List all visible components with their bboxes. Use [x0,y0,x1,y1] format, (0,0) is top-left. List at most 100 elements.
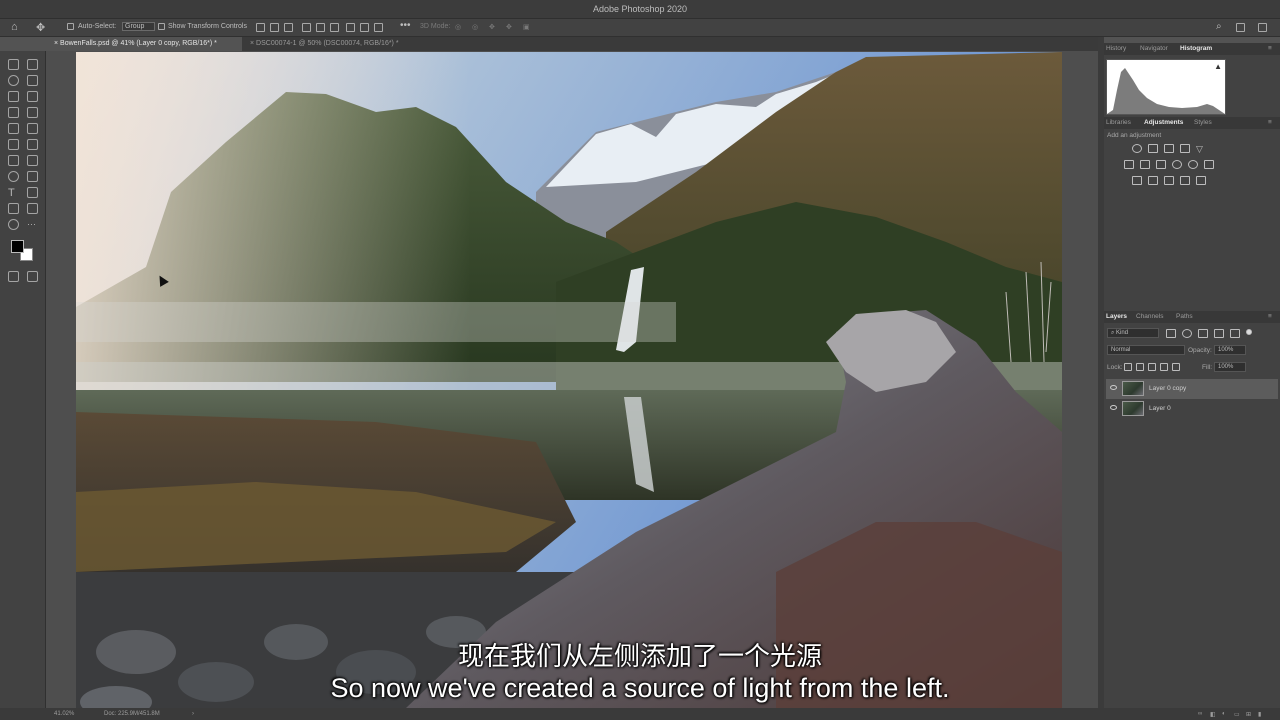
align-middle-icon[interactable] [316,23,325,34]
brightness-icon[interactable] [1132,144,1142,153]
rectangle-tool-icon[interactable] [8,203,19,214]
layer-row[interactable]: Layer 0 copy [1106,379,1278,399]
zoom-level[interactable]: 41.02% [54,711,74,717]
curves-icon[interactable] [1164,144,1174,153]
history-brush-icon[interactable] [8,139,19,150]
new-layer-icon[interactable]: ⊞ [1246,711,1251,718]
tab-history[interactable]: History [1106,45,1126,52]
tab-navigator[interactable]: Navigator [1140,45,1168,52]
filter-type-icon[interactable] [1198,329,1208,338]
trash-icon[interactable]: ▮ [1258,711,1261,718]
filter-smart-object-icon[interactable] [1230,329,1240,338]
show-transform-checkbox[interactable] [158,23,165,32]
lasso-tool-icon[interactable] [8,75,19,86]
exposure-icon[interactable] [1180,144,1190,153]
channel-mixer-icon[interactable] [1188,160,1198,169]
move-tool-icon[interactable] [8,59,19,70]
screen-mode-icon[interactable] [27,271,38,282]
opacity-field[interactable]: 100% [1214,345,1246,355]
threshold-icon[interactable] [1164,176,1174,185]
photo-filter-icon[interactable] [1172,160,1182,169]
layer-name[interactable]: Layer 0 [1149,405,1171,412]
fill-field[interactable]: 100% [1214,362,1246,372]
tab-channels[interactable]: Channels [1136,313,1163,320]
lock-transparent-icon[interactable] [1124,363,1132,371]
workspace-icon[interactable] [1236,23,1245,34]
lock-all-icon[interactable] [1172,363,1180,371]
tab-dsc00074[interactable]: × DSC00074-1 @ 50% (DSC00074, RGB/16*) * [242,37,407,51]
visibility-eye-icon[interactable] [1110,385,1117,390]
tab-paths[interactable]: Paths [1176,313,1193,320]
search-icon[interactable]: ⌕ [1216,21,1222,32]
adjustment-icon[interactable]: ◐ [1222,711,1226,717]
tab-histogram[interactable]: Histogram [1180,45,1212,52]
panel-menu-icon[interactable]: ≡ [1268,313,1272,320]
marquee-tool-icon[interactable] [27,59,38,70]
filter-toggle-icon[interactable] [1246,329,1252,335]
tab-libraries[interactable]: Libraries [1106,119,1131,126]
path-select-icon[interactable] [27,187,38,198]
align-left-icon[interactable] [256,23,265,34]
foreground-color-swatch[interactable] [11,240,24,253]
eyedropper-tool-icon[interactable] [8,107,19,118]
tab-layers[interactable]: Layers [1106,313,1127,320]
lock-image-icon[interactable] [1136,363,1144,371]
layer-kind-filter[interactable]: ⌕ Kind [1107,328,1159,338]
edit-toolbar-icon[interactable]: ··· [27,219,38,230]
brush-tool-icon[interactable] [8,123,19,134]
panel-menu-icon[interactable]: ≡ [1268,119,1272,126]
move-tool-icon[interactable]: ✥ [36,21,45,34]
document-canvas[interactable] [76,52,1062,708]
clone-stamp-icon[interactable] [27,123,38,134]
tab-styles[interactable]: Styles [1194,119,1212,126]
zoom-tool-icon[interactable] [8,219,19,230]
crop-tool-icon[interactable] [8,91,19,102]
link-icon[interactable]: ∞ [1198,711,1202,717]
auto-select-checkbox[interactable] [67,23,74,32]
black-white-icon[interactable] [1156,160,1166,169]
selective-color-icon[interactable] [1180,176,1190,185]
layer-name[interactable]: Layer 0 copy [1149,385,1186,392]
folder-icon[interactable]: ▭ [1234,711,1240,718]
panel-menu-icon[interactable]: ≡ [1268,45,1272,52]
invert-icon[interactable] [1132,176,1142,185]
filter-shape-icon[interactable] [1214,329,1224,338]
distribute-icon[interactable] [346,23,355,34]
color-lookup-icon[interactable] [1204,160,1214,169]
align-center-icon[interactable] [270,23,279,34]
hue-saturation-icon[interactable] [1124,160,1134,169]
layer-row[interactable]: Layer 0 [1106,399,1278,419]
quick-mask-icon[interactable] [8,271,19,282]
vibrance-icon[interactable]: ▽ [1196,144,1206,154]
layers-icon[interactable]: ◧ [1210,711,1216,718]
filter-adjustment-icon[interactable] [1182,329,1192,338]
posterize-icon[interactable] [1148,176,1158,185]
align-bottom-icon[interactable] [330,23,339,34]
distribute-v-icon[interactable] [360,23,369,34]
dodge-tool-icon[interactable] [8,171,19,182]
tab-adjustments[interactable]: Adjustments [1144,119,1183,126]
blend-mode-dropdown[interactable]: Normal [1107,345,1185,355]
gradient-tool-icon[interactable] [8,155,19,166]
warning-icon[interactable]: ▲ [1214,62,1222,71]
hand-tool-icon[interactable] [27,203,38,214]
type-tool-icon[interactable]: T [8,187,19,199]
home-icon[interactable]: ⌂ [11,21,18,33]
visibility-eye-icon[interactable] [1110,405,1117,410]
quick-select-tool-icon[interactable] [27,75,38,86]
align-top-icon[interactable] [302,23,311,34]
lock-artboard-icon[interactable] [1160,363,1168,371]
frame-tool-icon[interactable] [27,91,38,102]
blur-tool-icon[interactable] [27,155,38,166]
distribute-h-icon[interactable] [374,23,383,34]
lock-position-icon[interactable] [1148,363,1156,371]
align-right-icon[interactable] [284,23,293,34]
auto-select-dropdown[interactable]: Group [122,22,156,31]
levels-icon[interactable] [1148,144,1158,153]
gradient-map-icon[interactable] [1196,176,1206,185]
more-options-icon[interactable]: ••• [400,20,411,31]
tab-bowenfalls[interactable]: × BowenFalls.psd @ 41% (Layer 0 copy, RG… [46,37,242,51]
eraser-tool-icon[interactable] [27,139,38,150]
healing-brush-icon[interactable] [27,107,38,118]
share-icon[interactable] [1258,23,1267,34]
